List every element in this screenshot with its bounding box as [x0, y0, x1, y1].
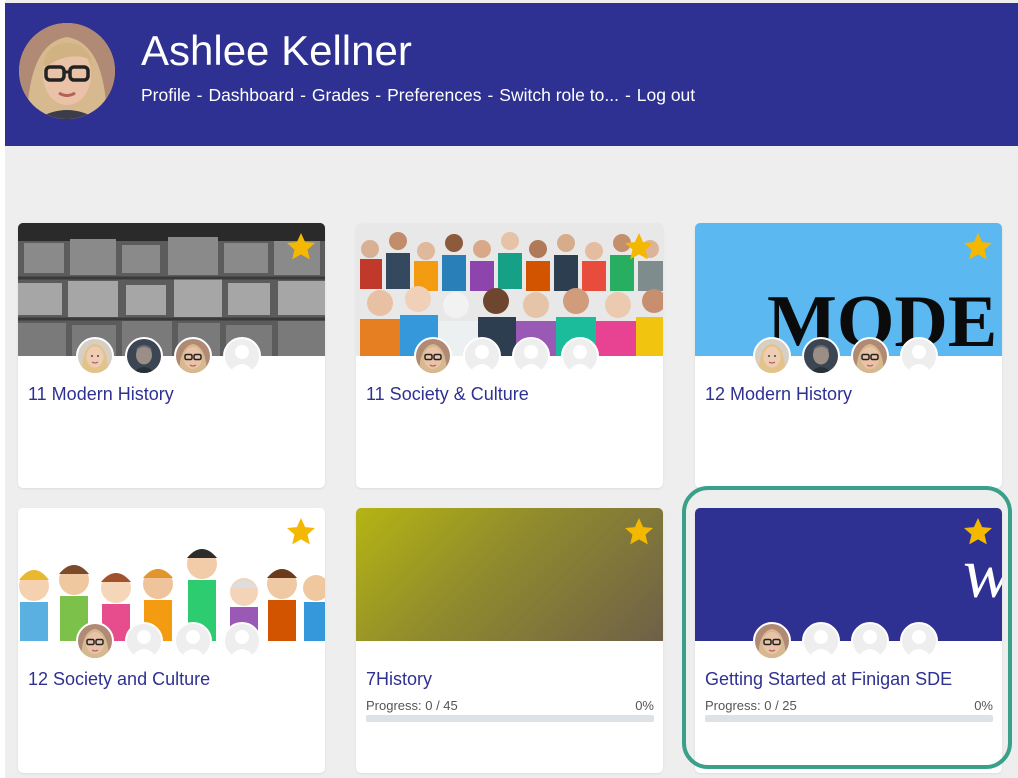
- participant-avatar: [174, 337, 212, 375]
- course-title-link[interactable]: 12 Society and Culture: [28, 669, 210, 690]
- nav-dashboard-link[interactable]: Dashboard: [208, 85, 294, 105]
- nav-separator: -: [196, 85, 203, 105]
- nav-switch-role-link[interactable]: Switch role to...: [499, 85, 619, 105]
- nav-separator: -: [624, 85, 631, 105]
- star-icon[interactable]: [962, 231, 994, 263]
- user-placeholder-icon: [125, 622, 163, 660]
- user-avatar[interactable]: [19, 23, 115, 119]
- progress-bar: [705, 715, 993, 722]
- course-card[interactable]: w Getting Started at Finigan SDE Progres…: [695, 508, 1002, 773]
- star-icon[interactable]: [285, 231, 317, 263]
- course-image-archive-shelves[interactable]: [18, 223, 325, 356]
- progress-label: Progress: 0 / 25: [705, 698, 797, 713]
- participant-avatar: [851, 337, 889, 375]
- user-placeholder-icon: [900, 622, 938, 660]
- course-title-link[interactable]: 11 Society & Culture: [366, 384, 529, 405]
- course-card[interactable]: 11 Society & Culture: [356, 223, 663, 488]
- user-name: Ashlee Kellner: [141, 27, 412, 74]
- course-title-link[interactable]: 11 Modern History: [28, 384, 174, 405]
- participant-avatar: [76, 337, 114, 375]
- participant-avatar: [753, 622, 791, 660]
- course-card[interactable]: 7History Progress: 0 / 45 0%: [356, 508, 663, 773]
- nav-profile-link[interactable]: Profile: [141, 85, 191, 105]
- star-icon[interactable]: [285, 516, 317, 548]
- star-icon[interactable]: [623, 516, 655, 548]
- course-card[interactable]: 12 Society and Culture: [18, 508, 325, 773]
- participant-avatar: [76, 622, 114, 660]
- course-image-gradient[interactable]: [356, 508, 663, 641]
- star-icon[interactable]: [962, 516, 994, 548]
- user-placeholder-icon: [463, 337, 501, 375]
- participant-avatar: [414, 337, 452, 375]
- nav-separator: -: [487, 85, 494, 105]
- course-image-navy-banner[interactable]: w: [695, 508, 1002, 641]
- nav-separator: -: [300, 85, 306, 105]
- user-nav: Profile - Dashboard - Grades - Preferences - Swi…: [141, 85, 695, 106]
- nav-separator: -: [375, 85, 382, 105]
- user-placeholder-icon: [174, 622, 212, 660]
- user-placeholder-icon: [512, 337, 550, 375]
- course-card[interactable]: 11 Modern History: [18, 223, 325, 488]
- profile-header: Ashlee Kellner Profile - Dashboard - Grades -…: [5, 3, 1018, 146]
- nav-logout-link[interactable]: Log out: [637, 85, 695, 105]
- progress-percent: 0%: [974, 698, 993, 713]
- progress-bar: [366, 715, 654, 722]
- course-image-modern-banner[interactable]: MODE: [695, 223, 1002, 356]
- user-placeholder-icon: [900, 337, 938, 375]
- user-placeholder-icon: [851, 622, 889, 660]
- progress-label: Progress: 0 / 45: [366, 698, 458, 713]
- star-icon[interactable]: [623, 231, 655, 263]
- user-placeholder-icon: [561, 337, 599, 375]
- course-title-link[interactable]: 12 Modern History: [705, 384, 852, 405]
- user-placeholder-icon: [223, 337, 261, 375]
- course-title-link[interactable]: 7History: [366, 669, 432, 690]
- progress-percent: 0%: [635, 698, 654, 713]
- course-image-crowd[interactable]: [356, 223, 663, 356]
- user-placeholder-icon: [223, 622, 261, 660]
- participant-avatar: [802, 337, 840, 375]
- course-image-cartoon-people[interactable]: [18, 508, 325, 641]
- participant-avatar: [753, 337, 791, 375]
- nav-preferences-link[interactable]: Preferences: [387, 85, 481, 105]
- nav-grades-link[interactable]: Grades: [312, 85, 369, 105]
- banner-text: w: [963, 537, 1002, 609]
- course-card[interactable]: MODE 12 Modern History: [695, 223, 1002, 488]
- participant-avatar: [125, 337, 163, 375]
- course-title-link[interactable]: Getting Started at Finigan SDE: [705, 669, 952, 690]
- user-placeholder-icon: [802, 622, 840, 660]
